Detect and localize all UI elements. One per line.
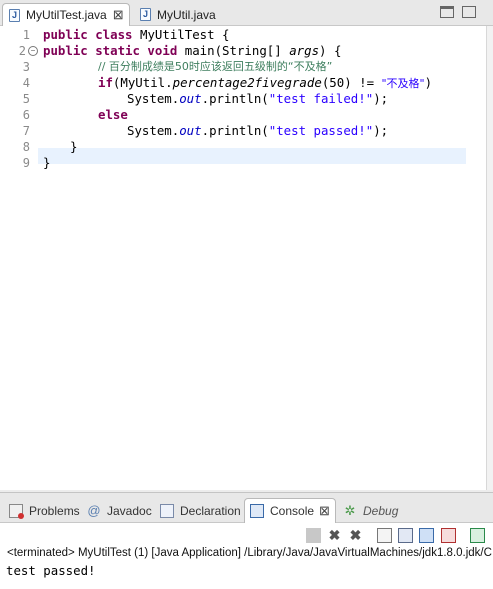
show-console-on-output-icon[interactable] (441, 528, 456, 543)
minimize-icon[interactable] (440, 6, 454, 18)
clear-console-icon[interactable] (377, 528, 392, 543)
line-number: 2 (18, 44, 26, 58)
remove-launch-icon[interactable]: ✖ (327, 528, 342, 543)
scroll-lock-icon[interactable] (398, 528, 413, 543)
java-file-icon: J (140, 8, 151, 21)
code-editor[interactable]: 1 2 − 3 4 5 6 7 8 9 public class MyUtilT… (0, 26, 486, 490)
editor-tab-bar: J MyUtilTest.java ⊠ J MyUtil.java (0, 0, 493, 26)
code-line: System.out.println("test passed!"); (127, 123, 389, 138)
javadoc-icon: @ (87, 502, 101, 518)
tab-myutil-java[interactable]: J MyUtil.java (134, 3, 234, 26)
code-line: } (43, 155, 51, 170)
line-number: 4 (22, 76, 30, 90)
tab-problems[interactable]: Problems (4, 498, 80, 523)
tab-console[interactable]: Console ⊠ (244, 498, 336, 523)
console-output[interactable]: test passed! (6, 563, 96, 578)
code-line: if(MyUtil.percentage2fivegrade(50) != "不… (98, 75, 433, 90)
line-number: 9 (22, 156, 30, 170)
line-number: 3 (22, 60, 30, 74)
close-tab-icon[interactable]: ⊠ (319, 503, 330, 519)
line-number-gutter: 1 2 − 3 4 5 6 7 8 9 (0, 26, 38, 490)
current-line-highlight (38, 148, 466, 164)
code-comment-line: // 百分制成绩是50时应该返回五级制的“不及格” (98, 60, 333, 73)
panel-tab-bar: Problems @ Javadoc Declaration Console ⊠… (0, 493, 493, 523)
debug-icon: ✲ (344, 502, 356, 518)
code-line: public static void main(String[] args) { (43, 43, 342, 58)
fold-collapse-icon[interactable]: − (28, 46, 38, 56)
tab-myutiltest-java[interactable]: J MyUtilTest.java ⊠ (2, 3, 130, 26)
line-number: 1 (22, 28, 30, 42)
console-toolbar: ✖ ✖ (0, 523, 493, 545)
terminate-icon[interactable] (306, 528, 321, 543)
declaration-icon (160, 503, 174, 518)
line-number: 7 (22, 124, 30, 138)
code-line: else (98, 107, 128, 122)
line-number: 6 (22, 108, 30, 122)
console-icon (250, 504, 264, 518)
java-file-icon: J (9, 8, 20, 22)
code-line: public class MyUtilTest { (43, 27, 230, 42)
tab-javadoc[interactable]: @ Javadoc (82, 498, 151, 523)
problems-icon (9, 503, 24, 519)
line-number: 5 (22, 92, 30, 106)
pin-console-icon[interactable] (419, 528, 434, 543)
maximize-icon[interactable] (462, 6, 476, 18)
tab-label: MyUtilTest.java (26, 8, 107, 22)
remove-all-terminated-icon[interactable]: ✖ (348, 528, 363, 543)
code-line: } (70, 139, 78, 154)
open-console-icon[interactable] (470, 528, 485, 543)
bottom-panel: Problems @ Javadoc Declaration Console ⊠… (0, 492, 493, 589)
close-tab-icon[interactable]: ⊠ (113, 7, 124, 23)
console-status: <terminated> MyUtilTest (1) [Java Applic… (7, 547, 492, 559)
tab-label: MyUtil.java (157, 7, 216, 22)
tab-declaration[interactable]: Declaration (155, 498, 241, 523)
code-line: System.out.println("test failed!"); (127, 91, 389, 106)
line-number: 8 (22, 140, 30, 154)
overview-ruler[interactable] (486, 26, 493, 490)
tab-debug[interactable]: ✲ Debug (338, 498, 399, 523)
